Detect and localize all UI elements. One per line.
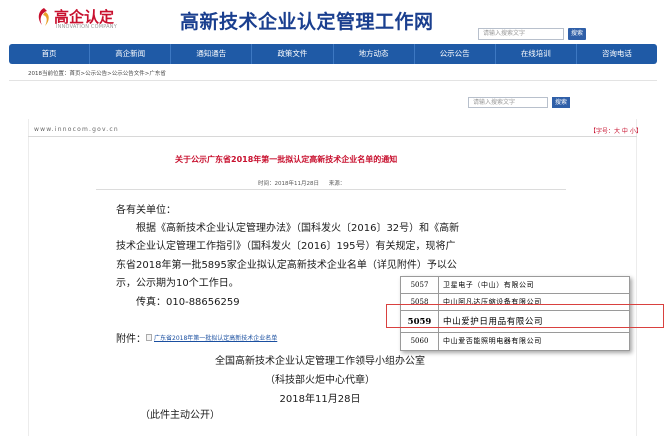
- divider: [28, 136, 637, 137]
- paragraph-line: 技术企业认定管理工作指引》（国科发火〔2016〕195号）有关规定，现将广: [116, 241, 456, 252]
- nav-item-notices[interactable]: 通知通告: [171, 44, 253, 64]
- nav-item-hotline[interactable]: 咨询电话: [577, 44, 657, 64]
- nav-item-policy[interactable]: 政策文件: [252, 44, 334, 64]
- site-logo[interactable]: 高企认定 INNOVATION COMPANY: [36, 6, 126, 34]
- nav-item-local[interactable]: 地方动态: [334, 44, 415, 64]
- publish-time: 时间：2018年11月28日: [258, 181, 319, 187]
- paragraph-line: 东省2018年第一批5895家企业拟认定高新技术企业名单（详见附件）予以公: [116, 260, 457, 271]
- disclosure-note: （此件主动公开）: [140, 410, 220, 421]
- site-header: 高企认定 INNOVATION COMPANY 高新技术企业认定管理工作网 请输…: [0, 0, 666, 40]
- breadcrumb[interactable]: 2018当前位置：首页>公示公告>公示公告文件>广东省: [28, 69, 166, 77]
- nav-item-announcements[interactable]: 公示公告: [415, 44, 496, 64]
- font-size-control[interactable]: 【字号：大 中 小】: [590, 126, 642, 135]
- divider: [9, 80, 657, 81]
- company-name: 中山爱否能照明电器有限公司: [443, 337, 542, 345]
- paragraph-line: 根据《高新技术企业认定管理办法》（国科发火〔2016〕32号）和《高新: [136, 223, 460, 234]
- signature-org: 全国高新技术企业认定管理工作领导小组办公室: [215, 356, 425, 367]
- row-number: 5060: [401, 333, 439, 350]
- site-url: www.innocom.gov.cn: [34, 126, 119, 133]
- logo-swoosh-icon: [38, 8, 49, 26]
- row-number: 5057: [401, 277, 439, 293]
- attachment-link[interactable]: 广东省2018年第一批拟认定高新技术企业名单: [146, 333, 277, 342]
- main-nav: 首页 高企新闻 通知通告 政策文件 地方动态 公示公告 在线培训 咨询电话: [9, 44, 657, 64]
- header-search-button[interactable]: 搜索: [568, 28, 586, 40]
- table-row: 5060 中山爱否能照明电器有限公司: [401, 333, 629, 350]
- attachment-label: 附件：: [116, 334, 146, 345]
- nav-item-home[interactable]: 首页: [9, 44, 91, 64]
- nav-item-training[interactable]: 在线培训: [496, 44, 577, 64]
- attachment-link-text: 广东省2018年第一批拟认定高新技术企业名单: [154, 335, 278, 342]
- side-search-button[interactable]: 搜索: [552, 97, 570, 108]
- signature-date: 2018年11月28日: [279, 394, 361, 405]
- side-search-input[interactable]: 请输入搜索文字: [468, 97, 548, 108]
- article-title: 关于公示广东省2018年第一批拟认定高新技术企业名单的通知: [175, 155, 398, 164]
- article-meta: 时间：2018年11月28日 来源：: [258, 179, 353, 187]
- logo-subtitle: INNOVATION COMPANY: [56, 24, 117, 30]
- site-title: 高新技术企业认定管理工作网: [180, 11, 434, 33]
- article-source: 来源：: [328, 181, 346, 187]
- divider: [96, 189, 566, 190]
- company-name: 卫星电子（中山）有限公司: [443, 281, 535, 289]
- salutation: 各有关单位：: [116, 205, 176, 216]
- header-search-input[interactable]: 请输入搜索文字: [478, 28, 564, 40]
- signature-sub: （科技部火炬中心代章）: [265, 375, 375, 386]
- broken-image-icon: [146, 334, 152, 341]
- nav-item-news[interactable]: 高企新闻: [90, 44, 172, 64]
- paragraph-line: 示，公示期为10个工作日。: [116, 278, 239, 289]
- fax-line: 传真：010-88656259: [136, 297, 240, 308]
- highlight-box: [386, 304, 664, 328]
- table-row: 5057 卫星电子（中山）有限公司: [401, 277, 629, 294]
